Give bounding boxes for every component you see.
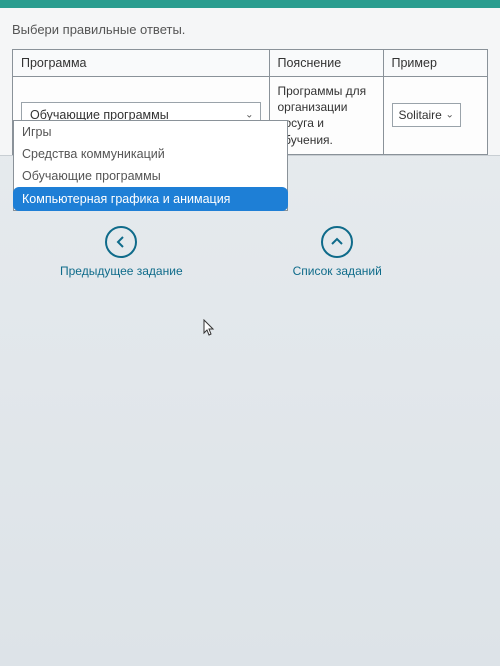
mouse-cursor-icon xyxy=(203,319,217,340)
nav-area: Предыдущее задание Список заданий xyxy=(0,226,500,278)
chevron-up-icon xyxy=(321,226,353,258)
task-panel: Выбери правильные ответы. Программа Пояс… xyxy=(0,8,500,156)
chevron-down-icon: ⌄ xyxy=(445,110,453,121)
chevron-left-icon xyxy=(105,226,137,258)
dropdown-option-highlighted[interactable]: Компьютерная графика и анимация xyxy=(13,187,288,211)
col-header-example: Пример xyxy=(383,50,488,77)
program-dropdown-list: Игры Средства коммуникаций Обучающие про… xyxy=(13,120,288,211)
col-header-explain: Пояснение xyxy=(269,50,383,77)
prev-task-label: Предыдущее задание xyxy=(60,264,183,278)
dropdown-option[interactable]: Средства коммуникаций xyxy=(14,143,287,165)
instruction-text: Выбери правильные ответы. xyxy=(12,22,488,37)
dropdown-option[interactable]: Игры xyxy=(14,121,287,143)
col-header-program: Программа xyxy=(13,50,270,77)
example-select-value: Solitaire xyxy=(399,108,442,122)
task-list-button[interactable]: Список заданий xyxy=(293,226,382,278)
prev-task-button[interactable]: Предыдущее задание xyxy=(60,226,183,278)
example-select[interactable]: Solitaire ⌄ xyxy=(392,103,461,127)
task-list-label: Список заданий xyxy=(293,264,382,278)
dropdown-option[interactable]: Обучающие программы xyxy=(14,165,287,187)
header-accent-bar xyxy=(0,0,500,8)
